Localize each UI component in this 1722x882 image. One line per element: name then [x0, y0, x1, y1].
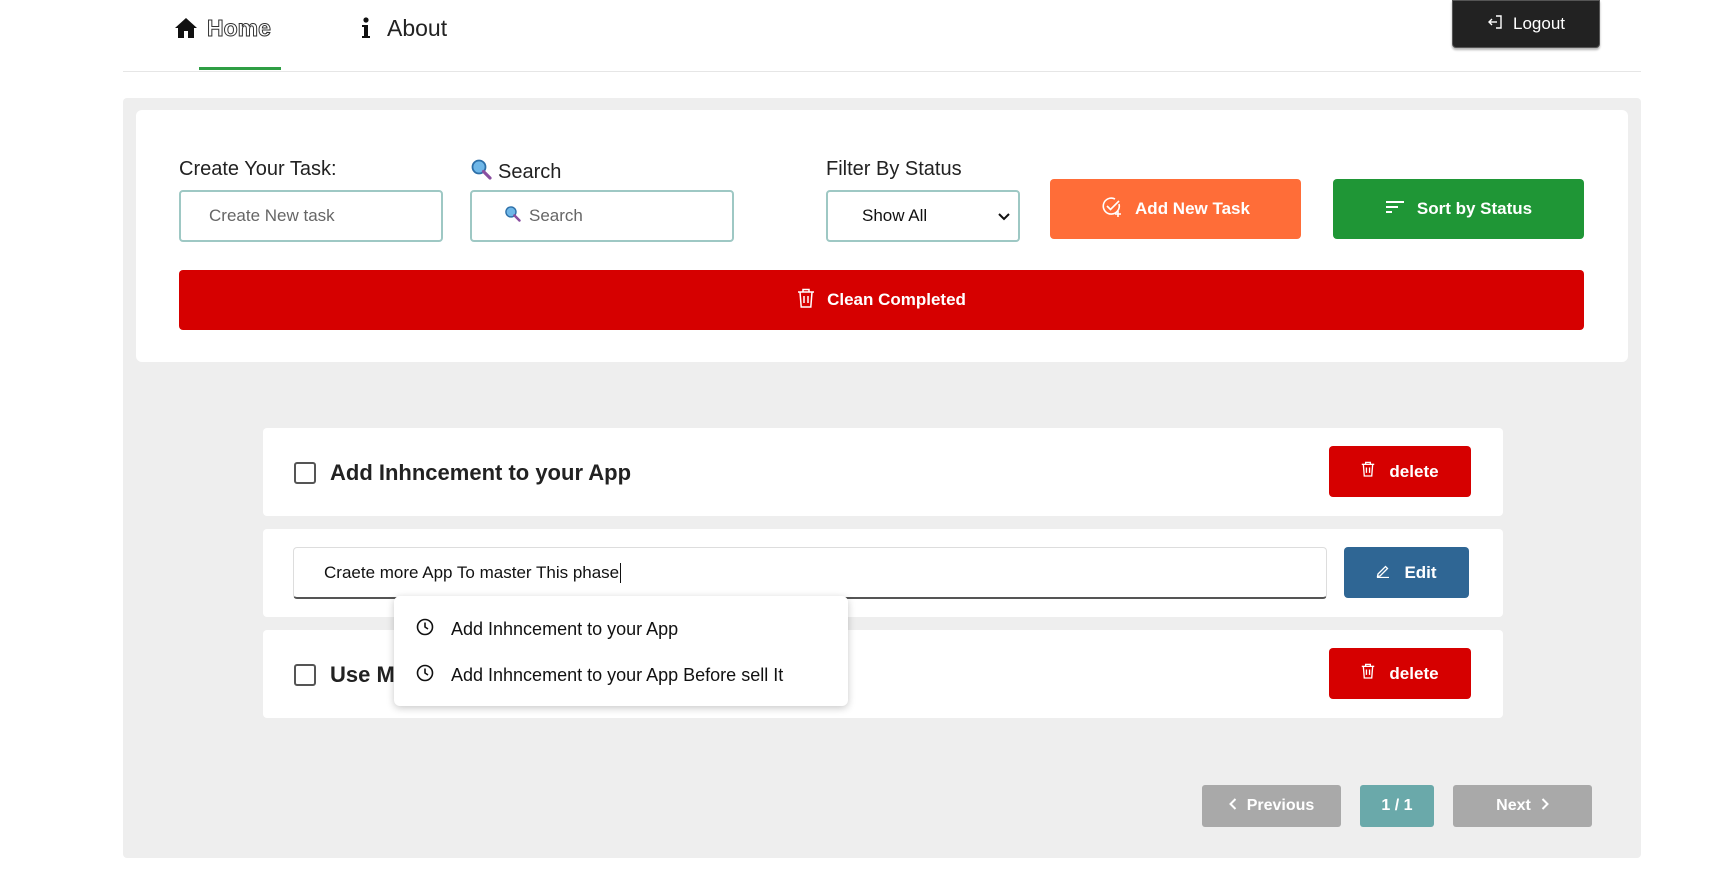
search-icon — [504, 205, 521, 227]
search-label: Search — [470, 158, 561, 186]
search-label-icon — [470, 158, 492, 186]
clean-completed-label: Clean Completed — [827, 290, 966, 309]
info-icon — [353, 15, 379, 41]
pencil-icon — [1376, 563, 1390, 583]
search-input[interactable]: Search — [470, 190, 734, 242]
status-filter-value: Show All — [862, 206, 928, 225]
top-nav: Home About Logout — [123, 0, 1641, 72]
suggestion-text: Add Inhncement to your App — [451, 618, 679, 639]
trash-icon — [797, 288, 815, 313]
page-indicator: 1 / 1 — [1360, 785, 1434, 827]
task-title[interactable]: Add Inhncement to your App — [330, 460, 631, 486]
next-label: Next — [1496, 797, 1531, 814]
sort-icon — [1385, 199, 1405, 220]
add-task-label: Add New Task — [1135, 199, 1250, 218]
autocomplete-dropdown: Add Inhncement to your App Add Inhncemen… — [394, 596, 848, 706]
clean-completed-button[interactable]: Clean Completed — [179, 270, 1584, 330]
previous-label: Previous — [1246, 797, 1315, 814]
logout-button[interactable]: Logout — [1452, 0, 1600, 48]
trash-icon — [1361, 663, 1375, 684]
status-filter-select[interactable]: Show All — [826, 190, 1020, 242]
previous-page-button[interactable]: Previous — [1202, 785, 1341, 827]
delete-task-button[interactable]: delete — [1329, 648, 1471, 699]
sort-status-label: Sort by Status — [1416, 199, 1533, 218]
app-page: Home About Logout Create Your Task: Crea… — [0, 0, 1722, 882]
text-caret — [620, 562, 622, 583]
filter-label: Filter By Status — [826, 158, 962, 181]
suggestion-item[interactable]: Add Inhncement to your App Before sell I… — [394, 652, 848, 698]
delete-label: delete — [1389, 461, 1439, 481]
create-task-placeholder: Create New task — [209, 206, 335, 225]
search-placeholder: Search — [529, 206, 583, 225]
chevron-left-icon — [1228, 797, 1237, 815]
nav-home-label: Home — [207, 14, 272, 41]
clock-icon — [416, 618, 434, 641]
task-edit-input[interactable]: Craete more App To master This phase — [293, 547, 1327, 599]
nav-home-link[interactable]: Home — [173, 8, 271, 48]
main-panel: Create Your Task: Create New task Search… — [123, 98, 1641, 858]
next-page-button[interactable]: Next — [1453, 785, 1592, 827]
trash-icon — [1361, 461, 1375, 482]
suggestion-text: Add Inhncement to your App Before sell I… — [451, 664, 784, 685]
add-task-button[interactable]: Add New Task — [1050, 179, 1301, 239]
edit-task-button[interactable]: Edit — [1344, 547, 1469, 598]
clock-icon — [416, 664, 434, 687]
task-controls: Create Your Task: Create New task Search… — [136, 110, 1628, 362]
delete-label: delete — [1389, 663, 1439, 683]
nav-about-link[interactable]: About — [353, 8, 447, 48]
filter-label-text: Filter By Status — [826, 158, 962, 180]
create-task-label: Create Your Task: — [179, 158, 337, 181]
logout-icon — [1487, 14, 1503, 35]
search-label-text: Search — [498, 160, 562, 183]
create-task-label-text: Create Your Task: — [179, 158, 337, 180]
task-title[interactable]: Use M — [330, 662, 395, 688]
check-add-icon — [1101, 196, 1123, 223]
chevron-down-icon — [998, 206, 1010, 226]
sort-status-button[interactable]: Sort by Status — [1333, 179, 1584, 239]
active-tab-indicator — [199, 67, 281, 70]
suggestion-item[interactable]: Add Inhncement to your App — [394, 606, 848, 652]
task-checkbox[interactable] — [294, 664, 316, 686]
task-edit-value: Craete more App To master This phase — [324, 562, 620, 582]
logout-label: Logout — [1513, 14, 1565, 33]
task-item: Add Inhncement to your App delete — [263, 428, 1503, 516]
create-task-input[interactable]: Create New task — [179, 190, 443, 242]
task-checkbox[interactable] — [294, 462, 316, 484]
delete-task-button[interactable]: delete — [1329, 446, 1471, 497]
chevron-right-icon — [1541, 797, 1549, 815]
nav-about-label: About — [387, 14, 448, 41]
edit-label: Edit — [1404, 562, 1437, 582]
home-icon — [173, 15, 199, 41]
